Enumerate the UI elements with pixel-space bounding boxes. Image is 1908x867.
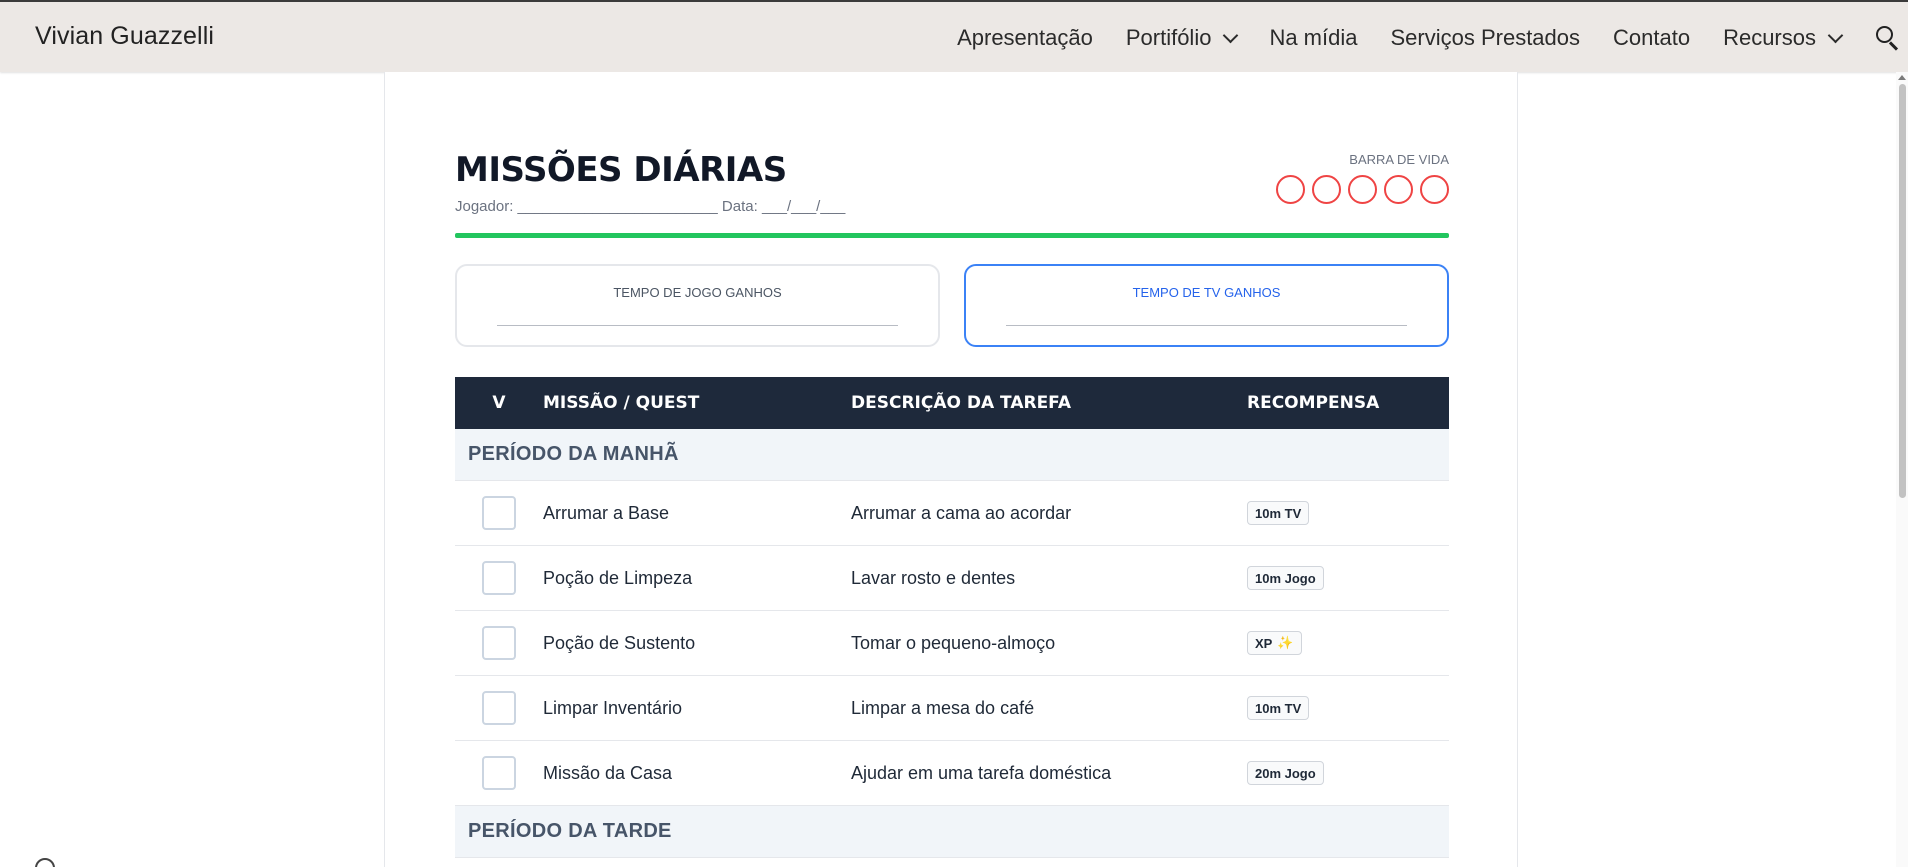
reward-cell: 10m TV (1247, 501, 1449, 525)
scroll-thumb[interactable] (1899, 84, 1906, 498)
column-header-check: V (492, 393, 506, 413)
main-nav: Apresentação Portifólio Na mídia Serviço… (957, 2, 1908, 74)
nav-label: Recursos (1723, 25, 1816, 50)
nav-item-apresentacao[interactable]: Apresentação (957, 25, 1093, 51)
reward-badge: 20m Jogo (1247, 761, 1324, 785)
page-scrollbar[interactable] (1896, 72, 1908, 867)
column-header-description: DESCRIÇÃO DA TAREFA (851, 393, 1072, 413)
mission-name: Arrumar a Base (543, 502, 670, 523)
life-circle-icon[interactable] (1384, 175, 1413, 204)
page-title: MISSÕES DIÁRIAS (455, 150, 787, 190)
column-header-mission: MISSÃO / QUEST (543, 393, 700, 413)
top-navigation-bar: Vivian Guazzelli Apresentação Portifólio… (0, 0, 1908, 72)
section-morning: PERÍODO DA MANHÃ (455, 429, 1449, 481)
nav-label: Na mídia (1269, 25, 1358, 50)
mission-name: Missão da Casa (543, 762, 673, 783)
reward-cell: 10m Jogo (1247, 566, 1449, 590)
mission-checkbox[interactable] (482, 691, 516, 725)
mission-name: Limpar Inventário (543, 697, 683, 718)
column-header-reward: RECOMPENSA (1247, 393, 1380, 413)
nav-item-contato[interactable]: Contato (1613, 25, 1690, 51)
nav-item-recursos[interactable]: Recursos (1723, 25, 1844, 51)
mission-name: Poção de Sustento (543, 632, 696, 653)
mission-checkbox[interactable] (482, 626, 516, 660)
reward-text: XP (1255, 635, 1273, 651)
nav-item-na-midia[interactable]: Na mídia (1269, 25, 1357, 51)
table-row: Missão da Casa Ajudar em uma tarefa domé… (455, 741, 1449, 806)
life-circle-icon[interactable] (1348, 175, 1377, 204)
sparkle-icon: ✨ (1277, 635, 1294, 650)
reward-badge: 10m Jogo (1247, 566, 1324, 590)
table-row: Limpar Inventário Limpar a mesa do café … (455, 676, 1449, 741)
check-cell (455, 626, 543, 660)
mission-description: Arrumar a cama ao acordar (851, 502, 1072, 523)
life-circle-icon[interactable] (1276, 175, 1305, 204)
nav-item-portifolio[interactable]: Portifólio (1125, 25, 1239, 51)
reward-text: 20m Jogo (1255, 765, 1316, 781)
chevron-down-icon (1223, 27, 1239, 43)
mission-checkbox[interactable] (482, 496, 516, 530)
check-cell (455, 561, 543, 595)
life-circle-icon[interactable] (1312, 175, 1341, 204)
missions-table: V MISSÃO / QUEST DESCRIÇÃO DA TAREFA REC… (455, 377, 1449, 858)
reward-text: 10m TV (1255, 700, 1302, 716)
mission-description: Lavar rosto e dentes (851, 567, 1016, 588)
mission-description: Tomar o pequeno-almoço (851, 632, 1056, 653)
table-header: V MISSÃO / QUEST DESCRIÇÃO DA TAREFA REC… (455, 377, 1449, 429)
mission-description: Limpar a mesa do café (851, 697, 1035, 718)
search-handle (1889, 41, 1899, 51)
reward-badge: 10m TV (1247, 696, 1310, 720)
nav-label: Portifólio (1125, 25, 1212, 50)
tv-time-write-line (1006, 325, 1407, 326)
reward-text: 10m TV (1255, 505, 1302, 521)
reward-cell: XP ✨ (1247, 631, 1449, 655)
table-row: Poção de Limpeza Lavar rosto e dentes 10… (455, 546, 1449, 611)
mission-description: Ajudar em uma tarefa doméstica (851, 762, 1112, 783)
game-time-write-line (497, 325, 898, 326)
life-circle-icon[interactable] (1420, 175, 1449, 204)
player-date-line: Jogador: ________________________ Data: … (455, 198, 846, 215)
reward-badge: XP ✨ (1247, 631, 1302, 655)
nav-item-servicos-prestados[interactable]: Serviços Prestados (1390, 25, 1580, 51)
reward-cell: 10m TV (1247, 696, 1449, 720)
chevron-down-icon (1827, 27, 1844, 43)
search-icon[interactable] (1874, 25, 1900, 51)
check-cell (455, 691, 543, 725)
mission-sheet: MISSÕES DIÁRIAS Jogador: _______________… (384, 72, 1518, 867)
table-row: Arrumar a Base Arrumar a cama ao acordar… (455, 481, 1449, 546)
reward-cell: 20m Jogo (1247, 761, 1449, 785)
site-brand[interactable]: Vivian Guazzelli (35, 22, 214, 51)
game-time-label: TEMPO DE JOGO GANHOS (613, 285, 782, 300)
life-bar (1276, 175, 1449, 204)
nav-label: Contato (1613, 25, 1691, 50)
game-time-box: TEMPO DE JOGO GANHOS (455, 264, 940, 347)
nav-label: Apresentação (957, 25, 1093, 50)
tv-time-label: TEMPO DE TV GANHOS (1132, 285, 1281, 300)
scroll-up-arrow-icon[interactable] (1898, 75, 1906, 80)
info-icon[interactable] (35, 858, 55, 867)
mission-checkbox[interactable] (482, 561, 516, 595)
table-row: Poção de Sustento Tomar o pequeno-almoço… (455, 611, 1449, 676)
mission-checkbox[interactable] (482, 756, 516, 790)
mission-name: Poção de Limpeza (543, 567, 693, 588)
reward-badge: 10m TV (1247, 501, 1310, 525)
reward-text: 10m Jogo (1255, 570, 1316, 586)
life-bar-label: BARRA DE VIDA (1349, 152, 1449, 167)
check-cell (455, 496, 543, 530)
tv-time-box: TEMPO DE TV GANHOS (964, 264, 1449, 347)
nav-label: Serviços Prestados (1390, 25, 1581, 50)
section-afternoon: PERÍODO DA TARDE (455, 806, 1449, 858)
check-cell (455, 756, 543, 790)
header-divider (455, 233, 1449, 238)
